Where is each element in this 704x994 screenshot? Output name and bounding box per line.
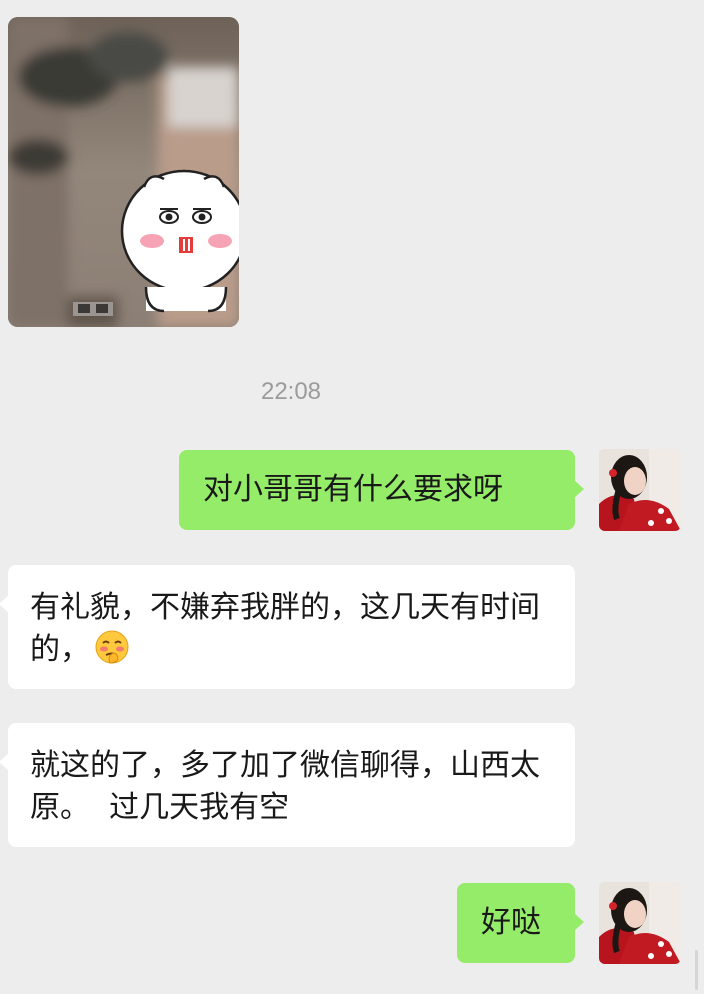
photo-message[interactable] [8, 17, 239, 327]
message-text: 就这的了，多了加了微信聊得，山西太原。 过几天我有空 [30, 748, 540, 825]
scrollbar[interactable] [695, 950, 698, 990]
avatar-image [599, 882, 681, 964]
blurred-photo [8, 17, 239, 327]
my-avatar[interactable] [599, 449, 681, 531]
my-avatar[interactable] [599, 882, 681, 964]
outgoing-message-bubble[interactable]: 好哒 [457, 883, 584, 963]
message-text: 好哒 [481, 905, 541, 940]
message-timestamp: 22:08 [260, 378, 322, 405]
message-text: 对小哥哥有什么要求呀 [203, 472, 503, 507]
incoming-message-bubble[interactable]: 有礼貌，不嫌弃我胖的，这几天有时间的， [0, 565, 575, 689]
chat-view: 22:08 对小哥哥有什么要求呀 有礼貌，不嫌弃我胖的，这几天有时间的， 就这的… [0, 0, 704, 994]
outgoing-message-bubble[interactable]: 对小哥哥有什么要求呀 [179, 450, 584, 530]
incoming-message-bubble[interactable]: 就这的了，多了加了微信聊得，山西太原。 过几天我有空 [0, 723, 575, 847]
avatar-image [599, 449, 681, 531]
shy-face-emoji [94, 629, 130, 665]
